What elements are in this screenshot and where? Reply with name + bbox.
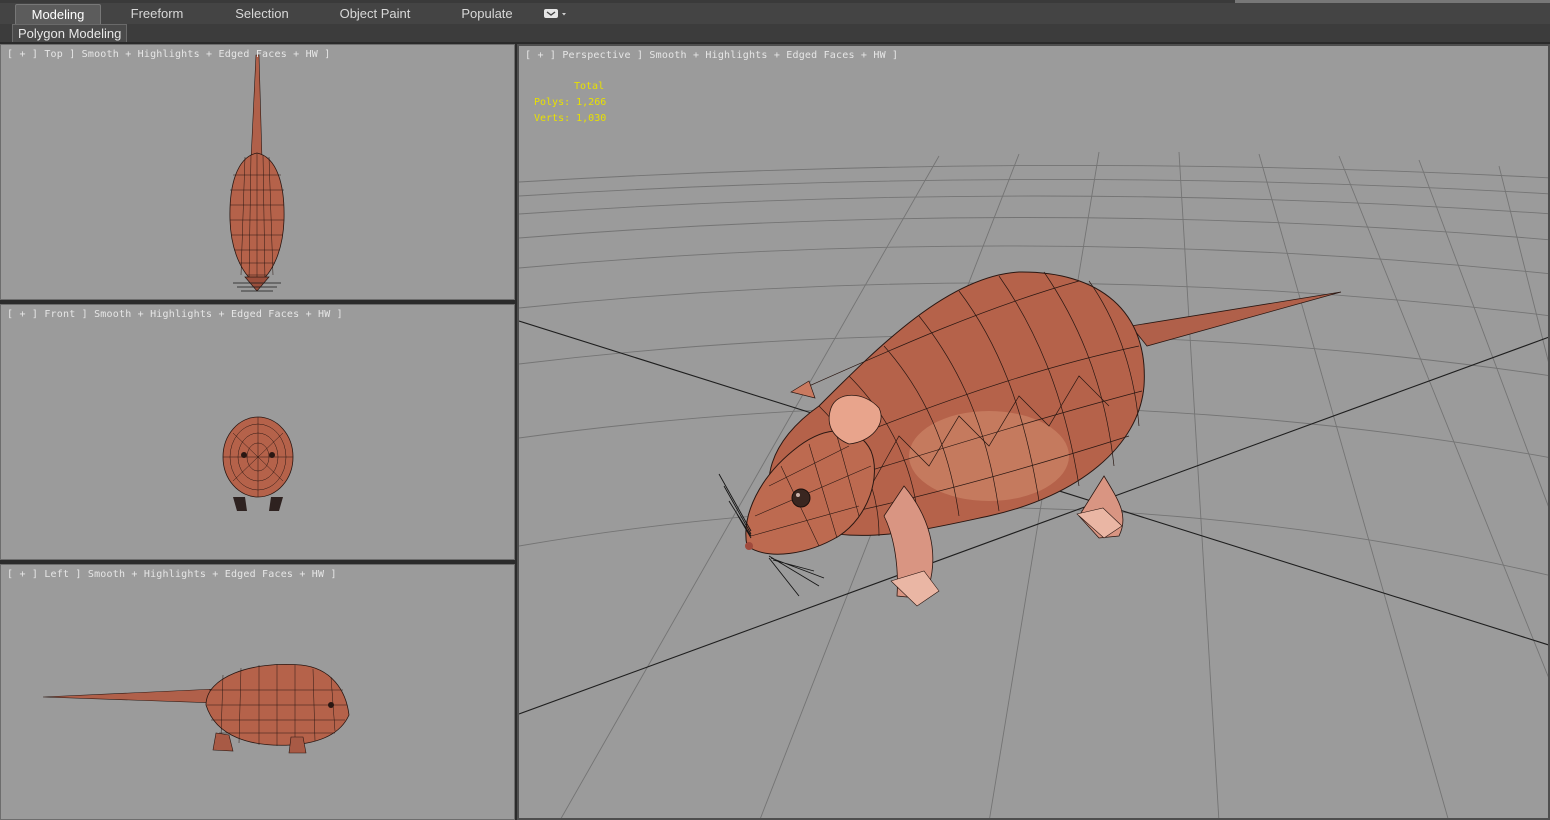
rat-tail [250, 54, 263, 161]
stats-total-header: Total [574, 81, 605, 92]
stats-verts: Verts: 1,030 [534, 113, 607, 124]
viewport-left[interactable]: [ + ] Left ] Smooth + Highlights + Edged… [0, 564, 515, 820]
rat-tail-persp [1130, 291, 1342, 347]
rat-head [244, 276, 270, 292]
viewport-perspective[interactable]: [ + ] Perspective ] Smooth + Highlights … [517, 44, 1550, 820]
viewport-label-left[interactable]: [ + ] Left ] Smooth + Highlights + Edged… [7, 569, 337, 580]
rat-nose [745, 542, 753, 550]
polygon-stats: Total Polys: 1,266 Verts: 1,030 [534, 79, 606, 127]
viewport-label-top[interactable]: [ + ] Top ] Smooth + Highlights + Edged … [7, 49, 330, 60]
rat-tail-side [42, 688, 220, 704]
rat-eye-persp [791, 488, 811, 508]
tab-modeling[interactable]: Modeling [15, 4, 101, 24]
rat-ear-back [790, 380, 816, 399]
rat-eye-left [241, 452, 247, 458]
stats-polys: Polys: 1,266 [534, 97, 607, 108]
top-view-scene [229, 54, 285, 292]
polygon-modeling-panel[interactable]: Polygon Modeling [12, 24, 128, 42]
viewport-top[interactable]: [ + ] Top ] Smooth + Highlights + Edged … [0, 44, 515, 300]
ribbon-tab-bar: Modeling Freeform Selection Object Paint… [0, 0, 1550, 25]
rat-eye-right [269, 452, 275, 458]
rat-front-paws [233, 497, 283, 511]
perspective-scene [519, 151, 1548, 818]
ribbon-right-strip [1235, 0, 1550, 3]
rat-belly-highlight [909, 411, 1069, 501]
tab-selection[interactable]: Selection [220, 4, 304, 23]
front-view-scene [222, 416, 294, 511]
tab-object-paint[interactable]: Object Paint [330, 4, 420, 23]
viewport-label-perspective[interactable]: [ + ] Perspective ] Smooth + Highlights … [525, 50, 898, 61]
dropdown-toggle-icon [544, 9, 566, 18]
viewport-label-front[interactable]: [ + ] Front ] Smooth + Highlights + Edge… [7, 309, 343, 320]
tab-populate[interactable]: Populate [450, 4, 524, 23]
ribbon-panel-row: Polygon Modeling [0, 24, 1550, 44]
tab-freeform[interactable]: Freeform [116, 4, 198, 23]
ribbon-options-button[interactable] [541, 7, 569, 20]
rat-eye-side [328, 702, 334, 708]
left-view-scene [42, 664, 350, 754]
rat-eye-shine [796, 493, 800, 497]
viewport-front[interactable]: [ + ] Front ] Smooth + Highlights + Edge… [0, 304, 515, 560]
